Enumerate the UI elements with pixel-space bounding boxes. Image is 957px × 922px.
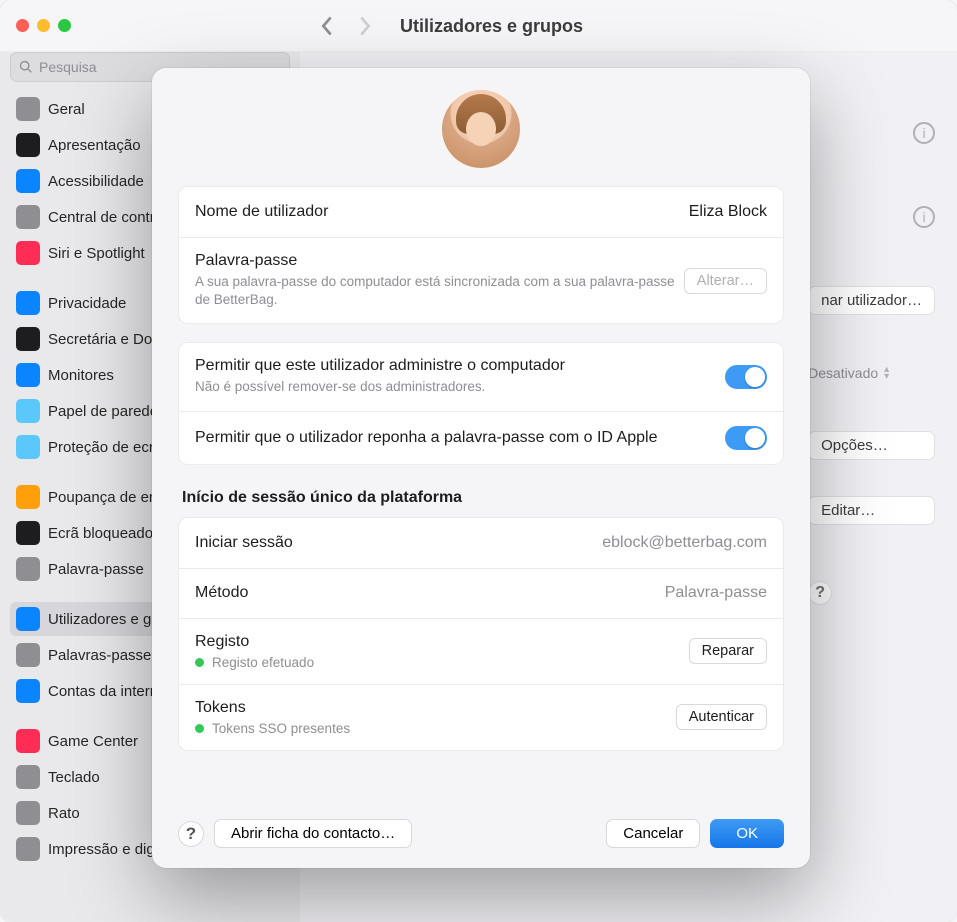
sidebar-icon (16, 729, 40, 753)
sidebar-icon (16, 205, 40, 229)
sidebar-icon (16, 557, 40, 581)
sidebar-item-label: Monitores (48, 367, 114, 384)
admin-toggle-sublabel: Não é possível remover-se dos administra… (195, 378, 725, 396)
sidebar-item-label: Apresentação (48, 137, 141, 154)
sso-reg-label: Registo (195, 633, 689, 651)
appleid-toggle[interactable] (725, 426, 767, 450)
sidebar-item-label: Siri e Spotlight (48, 245, 145, 262)
user-detail-sheet: Nome de utilizador Eliza Block Palavra-p… (152, 68, 810, 868)
password-label: Palavra-passe (195, 252, 684, 270)
avatar[interactable] (442, 90, 520, 168)
sso-method-row: Método Palavra-passe (179, 568, 783, 618)
sso-tokens-status: Tokens SSO presentes (212, 721, 350, 736)
sso-reg-status: Registo efetuado (212, 655, 314, 670)
page-title: Utilizadores e grupos (400, 16, 583, 37)
info-icon[interactable]: i (913, 206, 935, 228)
sso-section-title: Início de sessão único da plataforma (182, 489, 780, 507)
sidebar-icon (16, 399, 40, 423)
sso-method-label: Método (195, 584, 665, 602)
sidebar-icon (16, 97, 40, 121)
sidebar-item-label: Teclado (48, 769, 100, 786)
search-placeholder: Pesquisa (39, 59, 97, 75)
sso-tokens-label: Tokens (195, 699, 676, 717)
admin-toggle-label: Permitir que este utilizador administre … (195, 357, 725, 375)
sidebar-item-label: Rato (48, 805, 80, 822)
help-icon[interactable]: ? (808, 581, 832, 605)
sso-login-value: eblock@betterbag.com (602, 534, 767, 552)
sidebar-item-label: Ecrã bloqueado (48, 525, 153, 542)
sidebar-icon (16, 291, 40, 315)
zoom-icon[interactable] (58, 19, 71, 32)
change-password-button[interactable]: Alterar… (684, 268, 767, 294)
add-user-button[interactable]: nar utilizador… (808, 286, 935, 315)
sso-registration-row: Registo Registo efetuado Reparar (179, 618, 783, 684)
sheet-footer: ? Abrir ficha do contacto… Cancelar OK (178, 819, 784, 848)
status-dot-icon (195, 658, 204, 667)
sso-tokens-row: Tokens Tokens SSO presentes Autenticar (179, 684, 783, 750)
options-button[interactable]: Opções… (808, 431, 935, 460)
sidebar-icon (16, 607, 40, 631)
nav-arrows (320, 15, 372, 37)
sidebar-item-label: Secretária e Dock (48, 331, 167, 348)
sidebar-item-label: Privacidade (48, 295, 126, 312)
sso-card: Iniciar sessão eblock@betterbag.com Méto… (178, 517, 784, 751)
minimize-icon[interactable] (37, 19, 50, 32)
sso-login-row: Iniciar sessão eblock@betterbag.com (179, 518, 783, 568)
close-icon[interactable] (16, 19, 29, 32)
forward-icon[interactable] (358, 15, 372, 37)
sidebar-icon (16, 485, 40, 509)
window-controls (16, 19, 71, 32)
status-dot-icon (195, 724, 204, 733)
sidebar-icon (16, 679, 40, 703)
sidebar-icon (16, 169, 40, 193)
sso-login-label: Iniciar sessão (195, 534, 602, 552)
edit-button[interactable]: Editar… (808, 496, 935, 525)
password-row: Palavra-passe A sua palavra-passe do com… (179, 237, 783, 323)
sidebar-icon (16, 327, 40, 351)
help-icon[interactable]: ? (178, 821, 204, 847)
username-value: Eliza Block (689, 203, 767, 221)
admin-toggle[interactable] (725, 365, 767, 389)
search-icon (19, 60, 33, 74)
ok-button[interactable]: OK (710, 819, 784, 848)
sidebar-item-label: Geral (48, 101, 85, 118)
identity-card: Nome de utilizador Eliza Block Palavra-p… (178, 186, 784, 324)
authenticate-button[interactable]: Autenticar (676, 704, 767, 730)
sidebar-item-label: Game Center (48, 733, 138, 750)
info-icon[interactable]: i (913, 122, 935, 144)
sidebar-icon (16, 435, 40, 459)
password-sublabel: A sua palavra-passe do computador está s… (195, 273, 684, 309)
chevron-updown-icon: ▴▾ (884, 366, 889, 380)
sidebar-icon (16, 643, 40, 667)
sidebar-icon (16, 363, 40, 387)
sidebar-item-label: Proteção de ecrã (48, 439, 162, 456)
username-row: Nome de utilizador Eliza Block (179, 187, 783, 237)
username-label: Nome de utilizador (195, 203, 689, 221)
sidebar-item-label: Papel de parede (48, 403, 158, 420)
sso-method-value: Palavra-passe (665, 584, 767, 602)
sidebar-item-label: Acessibilidade (48, 173, 144, 190)
appleid-toggle-row: Permitir que o utilizador reponha a pala… (179, 411, 783, 464)
sidebar-item-label: Palavra-passe (48, 561, 144, 578)
appleid-toggle-label: Permitir que o utilizador reponha a pala… (195, 429, 725, 447)
cancel-button[interactable]: Cancelar (606, 819, 700, 848)
sidebar-icon (16, 133, 40, 157)
sidebar-icon (16, 801, 40, 825)
repair-button[interactable]: Reparar (689, 638, 767, 664)
admin-toggle-row: Permitir que este utilizador administre … (179, 343, 783, 410)
main-header: Utilizadores e grupos (300, 0, 957, 52)
auto-login-select[interactable]: Desativado ▴▾ (808, 365, 935, 381)
sidebar-item-label: Palavras-passe (48, 647, 151, 664)
sidebar-icon (16, 521, 40, 545)
permissions-card: Permitir que este utilizador administre … (178, 342, 784, 464)
back-icon[interactable] (320, 15, 334, 37)
open-contact-button[interactable]: Abrir ficha do contacto… (214, 819, 412, 848)
sidebar-icon (16, 241, 40, 265)
sidebar-icon (16, 765, 40, 789)
sidebar-icon (16, 837, 40, 861)
